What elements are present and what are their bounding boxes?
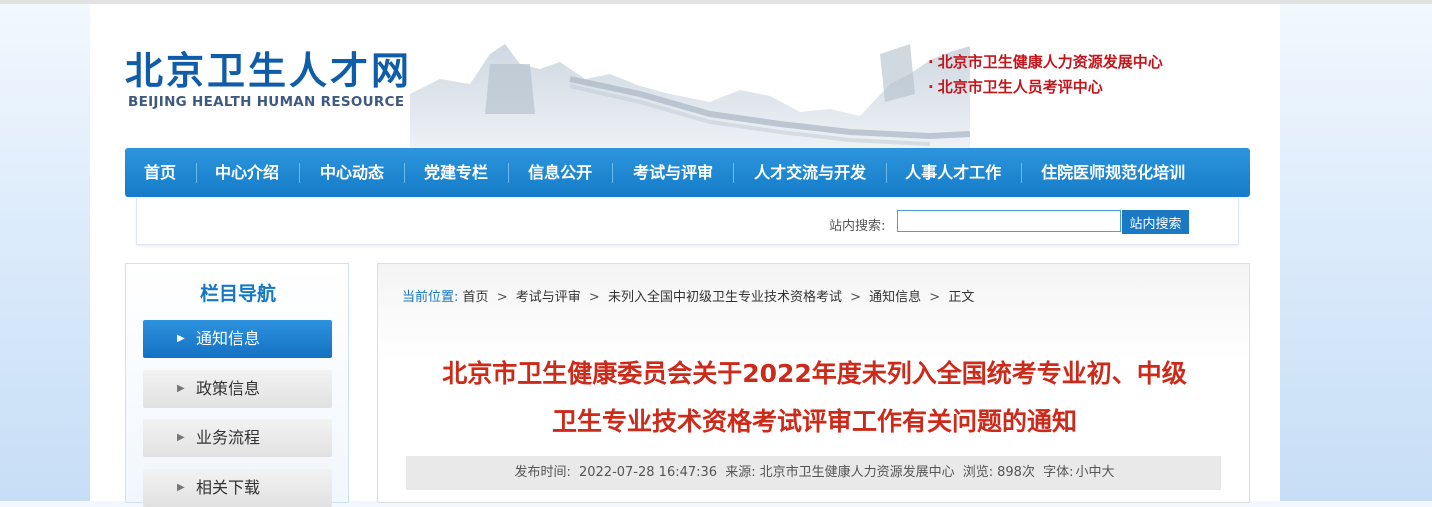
breadcrumb-label: 当前位置: bbox=[402, 290, 459, 305]
sidebar-item-label: 业务流程 bbox=[196, 428, 261, 447]
arrow-right-icon: ▶ bbox=[177, 482, 185, 493]
sidebar-title: 栏目导航 bbox=[199, 283, 276, 305]
nav-item-about[interactable]: 中心介绍 bbox=[215, 148, 279, 197]
search-button[interactable]: 站内搜索 bbox=[1122, 210, 1189, 234]
sidebar-item-label: 相关下载 bbox=[196, 478, 261, 497]
breadcrumb-current: 正文 bbox=[948, 290, 975, 305]
search-label: 站内搜索: bbox=[829, 219, 886, 234]
article-title-line: 卫生专业技术资格考试评审工作有关问题的通知 bbox=[551, 407, 1077, 436]
article-title: 北京市卫生健康委员会关于2022年度未列入全国统考专业初、中级 卫生专业技术资格… bbox=[378, 350, 1251, 446]
breadcrumb: 当前位置: 首页 > 考试与评审 > 未列入全国中初级卫生专业技术资格考试 > … bbox=[402, 286, 974, 305]
font-size-large[interactable]: 大 bbox=[1102, 465, 1115, 480]
font-size-small[interactable]: 小 bbox=[1076, 465, 1089, 480]
org-links: · 北京市卫生健康人力资源发展中心 · 北京市卫生人员考评中心 bbox=[928, 50, 1163, 100]
nav-divider bbox=[196, 162, 198, 183]
nav-item-hr-work[interactable]: 人事人才工作 bbox=[905, 148, 1001, 197]
sidebar-item-workflow[interactable]: ▶ 业务流程 bbox=[143, 419, 332, 457]
breadcrumb-notices[interactable]: 通知信息 bbox=[869, 290, 921, 305]
bullet-icon: · bbox=[928, 53, 934, 71]
breadcrumb-home[interactable]: 首页 bbox=[463, 290, 489, 305]
page-container: 北京卫生人才网 BEIJING HEALTH HUMAN RESOURCE · 北… bbox=[90, 4, 1280, 507]
nav-divider bbox=[733, 162, 735, 183]
breadcrumb-separator: > bbox=[496, 290, 508, 305]
sidebar-nav: 栏目导航 ▶ 通知信息 ▶ 政策信息 ▶ 业务流程 ▶ 相关下载 bbox=[125, 263, 349, 507]
article-title-line: 北京市卫生健康委员会关于2022年度未列入全国统考专业初、中级 bbox=[442, 359, 1187, 388]
search-bar: 站内搜索: 站内搜索 bbox=[136, 198, 1239, 245]
publish-time: 2022-07-28 16:47:36 bbox=[578, 465, 718, 480]
main-nav-bar: 首页 中心介绍 中心动态 党建专栏 信息公开 考试与评审 人才交流与开发 人事人… bbox=[125, 148, 1250, 197]
article-panel: 当前位置: 首页 > 考试与评审 > 未列入全国中初级卫生专业技术资格考试 > … bbox=[377, 263, 1250, 503]
sidebar-item-label: 通知信息 bbox=[196, 329, 261, 348]
source-label: 来源: bbox=[725, 465, 756, 480]
site-logo-subtitle: BEIJING HEALTH HUMAN RESOURCE bbox=[128, 94, 405, 110]
nav-divider bbox=[886, 162, 888, 183]
bullet-icon: · bbox=[928, 78, 934, 96]
nav-divider bbox=[299, 162, 301, 183]
views-label: 浏览: bbox=[962, 465, 994, 480]
nav-item-residency-training[interactable]: 住院医师规范化培训 bbox=[1041, 148, 1185, 197]
breadcrumb-separator: > bbox=[588, 290, 600, 305]
search-input[interactable] bbox=[897, 210, 1121, 232]
view-count: 898次 bbox=[997, 465, 1035, 480]
nav-item-talent-exchange[interactable]: 人才交流与开发 bbox=[754, 148, 866, 197]
great-wall-banner-image bbox=[410, 44, 970, 154]
nav-item-party[interactable]: 党建专栏 bbox=[424, 148, 488, 197]
font-size-medium[interactable]: 中 bbox=[1089, 465, 1102, 480]
nav-item-disclosure[interactable]: 信息公开 bbox=[528, 148, 592, 197]
sidebar-item-notices[interactable]: ▶ 通知信息 bbox=[143, 320, 332, 358]
source: 北京市卫生健康人力资源发展中心 bbox=[759, 465, 955, 480]
publish-time-label: 发布时间: bbox=[514, 465, 571, 480]
sidebar-item-downloads[interactable]: ▶ 相关下载 bbox=[143, 469, 332, 507]
nav-divider bbox=[612, 162, 614, 183]
nav-divider bbox=[508, 162, 510, 183]
arrow-right-icon: ▶ bbox=[177, 383, 185, 394]
sidebar-item-policies[interactable]: ▶ 政策信息 bbox=[143, 370, 332, 408]
arrow-right-icon: ▶ bbox=[177, 333, 185, 344]
font-size-label: 字体: bbox=[1043, 465, 1074, 480]
nav-item-home[interactable]: 首页 bbox=[144, 148, 176, 197]
breadcrumb-separator: > bbox=[850, 290, 861, 305]
breadcrumb-separator: > bbox=[929, 290, 941, 305]
sidebar-item-label: 政策信息 bbox=[196, 379, 261, 398]
org-link-resource-center[interactable]: · 北京市卫生健康人力资源发展中心 bbox=[928, 50, 1163, 75]
nav-divider bbox=[404, 162, 406, 183]
nav-item-news[interactable]: 中心动态 bbox=[320, 148, 384, 197]
article-meta: 发布时间: 2022-07-28 16:47:36 来源: 北京市卫生健康人力资源… bbox=[406, 456, 1221, 490]
site-header: 北京卫生人才网 BEIJING HEALTH HUMAN RESOURCE · 北… bbox=[90, 4, 1280, 154]
breadcrumb-category[interactable]: 未列入全国中初级卫生专业技术资格考试 bbox=[608, 290, 842, 305]
breadcrumb-exams[interactable]: 考试与评审 bbox=[516, 290, 581, 305]
nav-divider bbox=[1021, 162, 1023, 183]
nav-item-exams[interactable]: 考试与评审 bbox=[633, 148, 713, 197]
site-logo-title[interactable]: 北京卫生人才网 bbox=[125, 40, 412, 95]
arrow-right-icon: ▶ bbox=[177, 432, 185, 443]
org-link-evaluation-center[interactable]: · 北京市卫生人员考评中心 bbox=[928, 75, 1163, 100]
